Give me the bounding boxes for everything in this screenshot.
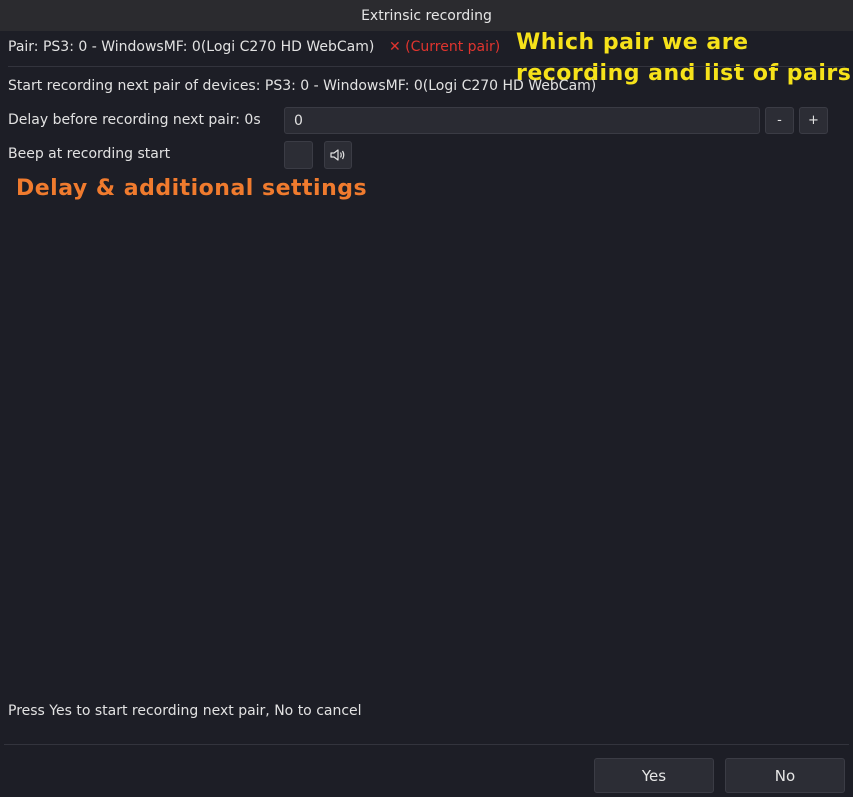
- current-pair-marker: ✕ (Current pair): [389, 39, 501, 55]
- delay-increment-button[interactable]: +: [799, 107, 828, 134]
- no-button[interactable]: No: [725, 758, 845, 793]
- delay-input[interactable]: 0: [284, 107, 760, 134]
- yes-button[interactable]: Yes: [594, 758, 714, 793]
- footer-divider: [4, 744, 849, 745]
- prompt-text: Press Yes to start recording next pair, …: [8, 703, 362, 719]
- delay-label: Delay before recording next pair: 0s: [8, 112, 261, 128]
- delay-input-value: 0: [294, 112, 303, 129]
- pair-label: Pair: PS3: 0 - WindowsMF: 0(Logi C270 HD…: [8, 39, 375, 55]
- header-divider: [8, 66, 845, 67]
- speaker-icon: [330, 149, 345, 161]
- pair-annotation-line1: Which pair we are: [516, 30, 749, 55]
- test-beep-button[interactable]: [324, 141, 352, 169]
- beep-checkbox[interactable]: [284, 141, 313, 169]
- next-pair-label: Start recording next pair of devices: PS…: [8, 78, 597, 94]
- beep-label: Beep at recording start: [8, 146, 171, 162]
- window-title: Extrinsic recording: [361, 7, 492, 24]
- settings-annotation: Delay & additional settings: [16, 176, 368, 201]
- delay-decrement-button[interactable]: -: [765, 107, 794, 134]
